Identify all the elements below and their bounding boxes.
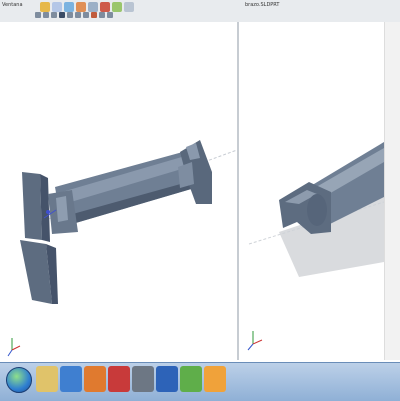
coordinate-triad-icon xyxy=(7,338,21,357)
word-icon[interactable] xyxy=(156,366,178,392)
save-icon[interactable] xyxy=(64,2,74,12)
scene-icon[interactable] xyxy=(99,12,105,18)
media-player-icon[interactable] xyxy=(60,366,82,392)
select-icon[interactable] xyxy=(124,2,134,12)
display-style-icon[interactable] xyxy=(75,12,81,18)
edit-appearance-icon[interactable] xyxy=(91,12,97,18)
firefox-icon[interactable] xyxy=(84,366,106,392)
view-toolbar: Ventana brazo.SLDPRT xyxy=(0,0,400,23)
windows-start-icon[interactable] xyxy=(6,367,32,393)
section-view-icon[interactable] xyxy=(59,12,65,18)
print-icon[interactable] xyxy=(76,2,86,12)
open-icon[interactable] xyxy=(52,2,62,12)
part-model-left[interactable] xyxy=(0,22,238,360)
vertical-scrollbar[interactable] xyxy=(384,22,400,360)
part-model-right[interactable] xyxy=(239,22,385,360)
coordinate-triad-icon-right xyxy=(247,331,263,351)
windows-taskbar xyxy=(0,362,400,401)
zoom-to-fit-icon[interactable] xyxy=(35,12,41,18)
previous-view-icon[interactable] xyxy=(51,12,57,18)
solidworks-icon[interactable] xyxy=(108,366,130,392)
chrome-icon[interactable] xyxy=(180,366,202,392)
view-settings-icon[interactable] xyxy=(107,12,113,18)
new-document-icon[interactable] xyxy=(40,2,50,12)
options-icon[interactable] xyxy=(112,2,122,12)
undo-icon[interactable] xyxy=(88,2,98,12)
rebuild-icon[interactable] xyxy=(100,2,110,12)
blender-icon[interactable] xyxy=(204,366,226,392)
graphics-area-right[interactable] xyxy=(239,22,385,360)
camera-icon[interactable] xyxy=(132,366,154,392)
graphics-area-left[interactable] xyxy=(0,22,238,360)
zoom-area-icon[interactable] xyxy=(43,12,49,18)
view-orientation-icon[interactable] xyxy=(67,12,73,18)
left-view-label: Ventana xyxy=(2,2,23,8)
right-view-label: brazo.SLDPRT xyxy=(245,2,280,8)
windows-explorer-icon[interactable] xyxy=(36,366,58,392)
hide-show-icon[interactable] xyxy=(83,12,89,18)
